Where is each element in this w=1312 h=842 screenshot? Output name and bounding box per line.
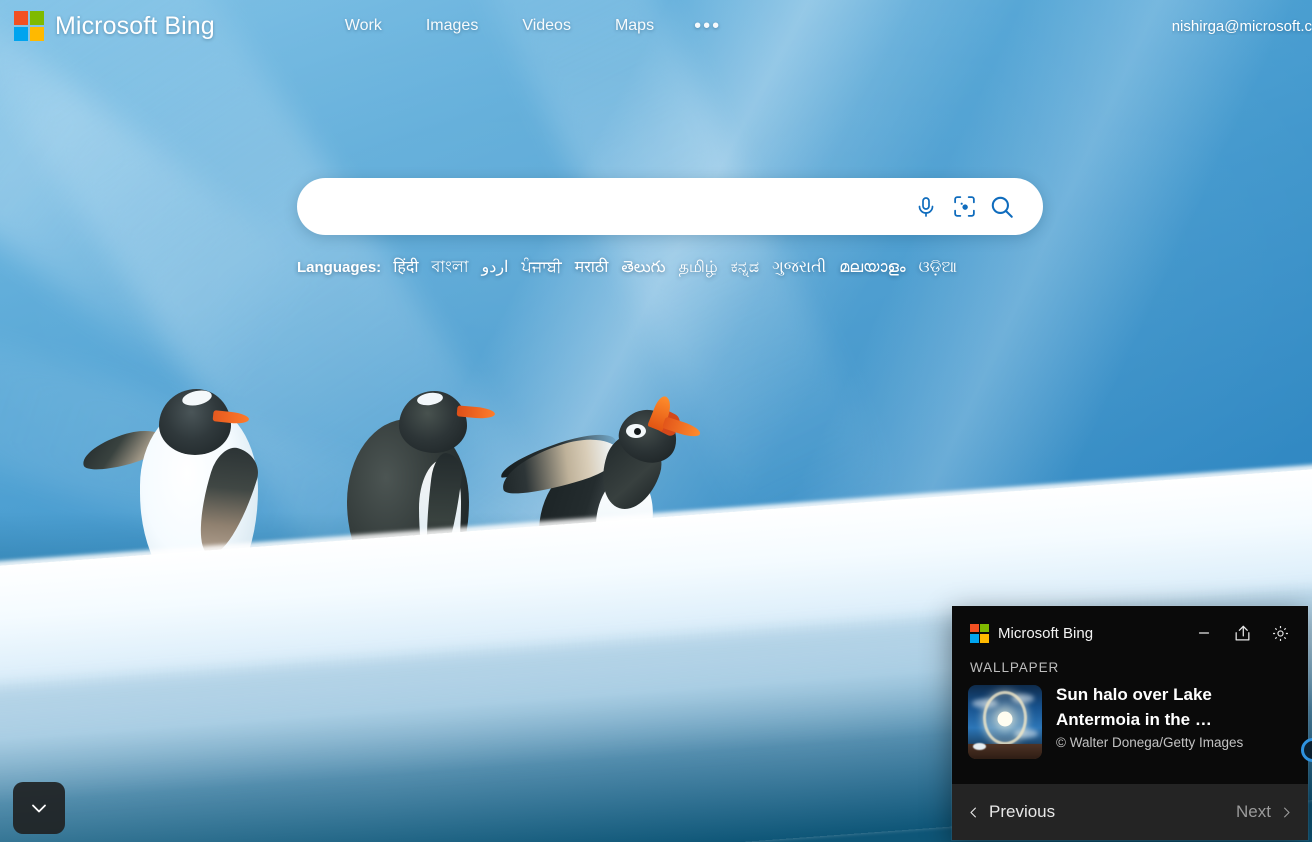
card-actions — [1188, 617, 1296, 649]
wallpaper-thumbnail[interactable] — [968, 685, 1042, 759]
main-nav: Work Images Videos Maps ••• — [323, 11, 739, 41]
language-link-urdu[interactable]: اردو — [481, 257, 508, 277]
nav-item-work[interactable]: Work — [323, 11, 404, 41]
language-link-odia[interactable]: ଓଡ଼ିଆ — [919, 259, 957, 277]
wallpaper-credit: © Walter Donega/Getty Images — [1056, 735, 1244, 751]
card-section-label: WALLPAPER — [970, 660, 1060, 675]
search-area — [297, 178, 1043, 235]
language-link-malayalam[interactable]: മലയാളം — [839, 259, 905, 277]
sun-glow — [997, 711, 1013, 727]
account-email[interactable]: nishirga@microsoft.c — [1172, 18, 1312, 35]
clipped-edge-badge[interactable] — [1301, 738, 1312, 762]
language-link-marathi[interactable]: मराठी — [575, 255, 609, 277]
nav-more-icon[interactable]: ••• — [676, 14, 739, 38]
language-link-bangla[interactable]: বাংলা — [431, 254, 468, 281]
language-link-kannada[interactable]: ಕನ್ನಡ — [731, 259, 759, 277]
card-header: Microsoft Bing — [952, 606, 1308, 660]
card-content: Sun halo over Lake Antermoia in the … © … — [952, 685, 1308, 759]
language-link-gujarati[interactable]: ગુજરાતી — [772, 259, 826, 277]
penguin-pupil — [634, 428, 641, 435]
wallpaper-title[interactable]: Sun halo over Lake Antermoia in the … — [1056, 683, 1292, 732]
next-label: Next — [1236, 802, 1271, 821]
search-box[interactable] — [297, 178, 1043, 235]
share-icon[interactable] — [1226, 617, 1258, 649]
nav-item-maps[interactable]: Maps — [593, 11, 676, 41]
previous-button[interactable]: Previous — [966, 802, 1055, 822]
card-footer: Previous Next — [952, 784, 1308, 840]
language-link-telugu[interactable]: తెలుగు — [621, 258, 665, 280]
language-link-tamil[interactable]: தமிழ் — [679, 258, 718, 278]
search-icon[interactable] — [983, 188, 1021, 226]
wallpaper-info-card: Microsoft Bing WALLPAPER Sun halo over L… — [952, 606, 1308, 840]
microsoft-logo-icon — [14, 11, 44, 41]
minimize-icon[interactable] — [1188, 617, 1220, 649]
languages-row: Languages: हिंदी বাংলা اردو ਪੰਜਾਬੀ मराठी… — [297, 254, 970, 281]
previous-label: Previous — [989, 802, 1056, 821]
brand-name: Microsoft Bing — [55, 11, 215, 40]
circle-badge-icon — [1301, 738, 1312, 762]
settings-gear-icon[interactable] — [1264, 617, 1296, 649]
chevron-right-icon — [1284, 807, 1290, 817]
snow-patch — [973, 743, 986, 750]
languages-label: Languages: — [297, 259, 382, 276]
microsoft-logo-icon — [970, 623, 989, 643]
card-brand: Microsoft Bing — [970, 623, 1094, 643]
bing-brand[interactable]: Microsoft Bing — [0, 11, 215, 41]
nav-item-images[interactable]: Images — [404, 11, 500, 41]
visual-search-icon[interactable] — [945, 188, 983, 226]
card-text: Sun halo over Lake Antermoia in the … © … — [1056, 685, 1292, 759]
language-link-hindi[interactable]: हिंदी — [393, 255, 418, 277]
scroll-down-button[interactable] — [13, 782, 65, 834]
card-brand-name: Microsoft Bing — [998, 624, 1094, 642]
search-input[interactable] — [323, 196, 907, 217]
chevron-left-icon — [970, 807, 976, 817]
chevron-down-icon — [32, 804, 46, 813]
language-link-punjabi[interactable]: ਪੰਜਾਬੀ — [522, 259, 562, 277]
nav-item-videos[interactable]: Videos — [500, 11, 593, 41]
next-button[interactable]: Next — [1236, 802, 1294, 822]
top-navigation-bar: Microsoft Bing Work Images Videos Maps •… — [0, 0, 1312, 52]
microphone-icon[interactable] — [907, 188, 945, 226]
